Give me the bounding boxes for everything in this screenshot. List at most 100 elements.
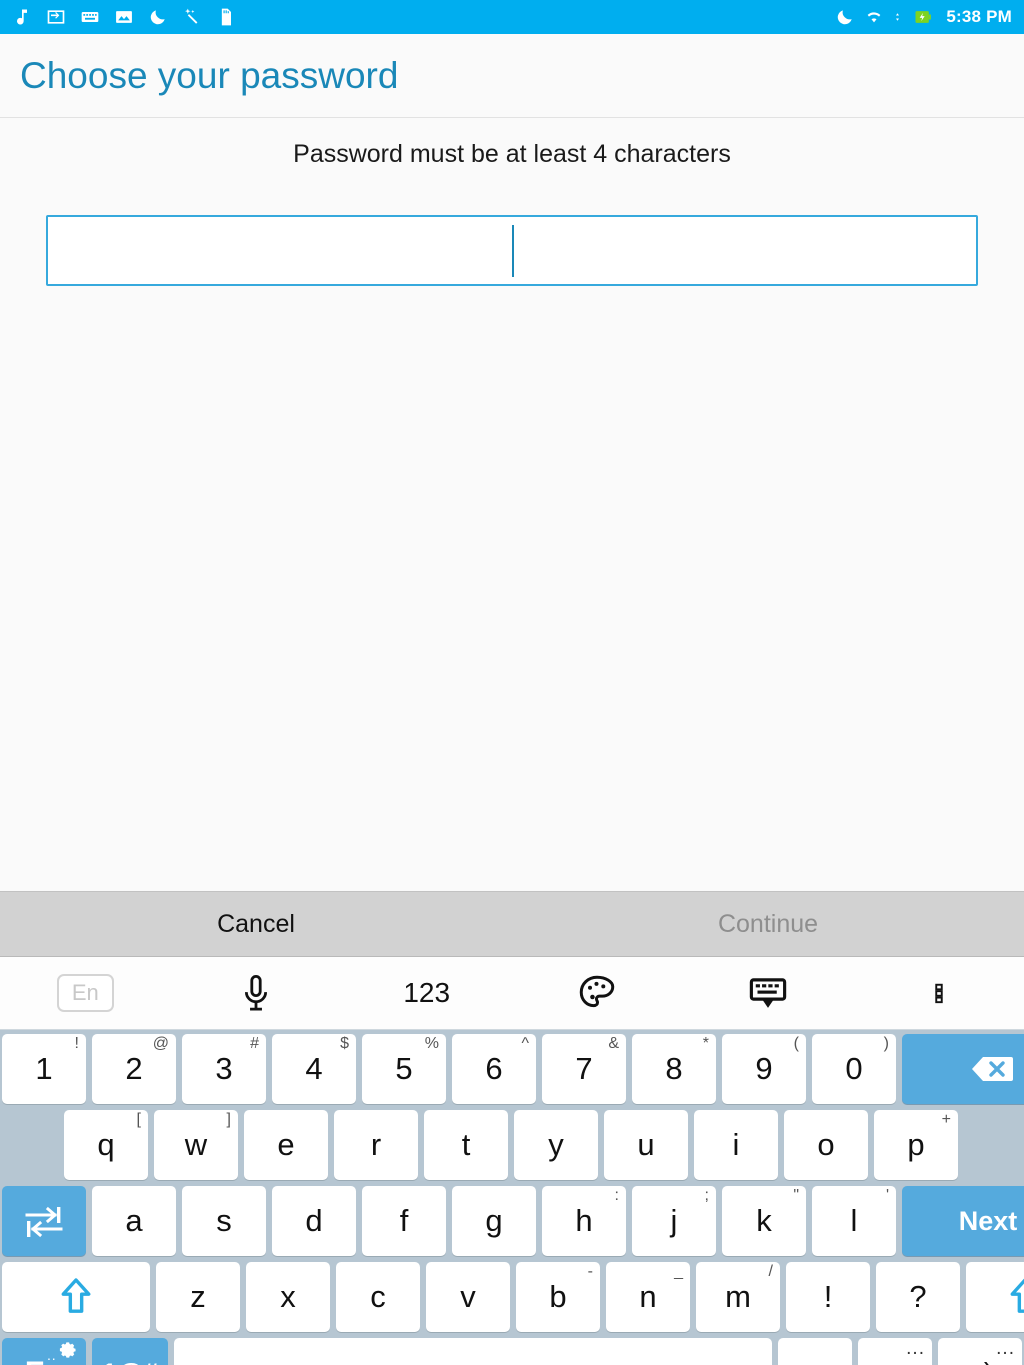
key-backspace[interactable] bbox=[902, 1034, 1024, 1104]
numbers-123-button[interactable]: 123 bbox=[341, 977, 512, 1009]
key-g[interactable]: g bbox=[452, 1186, 536, 1256]
key-u[interactable]: u bbox=[604, 1110, 688, 1180]
wifi-icon bbox=[868, 12, 881, 23]
key-sup: ( bbox=[793, 1035, 799, 1052]
numbers-123-label: 123 bbox=[403, 977, 451, 1008]
key-h[interactable]: :h bbox=[542, 1186, 626, 1256]
key-c[interactable]: c bbox=[336, 1262, 420, 1332]
microphone-button[interactable] bbox=[171, 972, 342, 1014]
screenshot-icon bbox=[47, 10, 65, 24]
microphone-icon bbox=[244, 974, 268, 1011]
key-sup: ] bbox=[226, 1111, 231, 1128]
key-o[interactable]: o bbox=[784, 1110, 868, 1180]
key-sup: * bbox=[702, 1035, 709, 1052]
key-label: b bbox=[549, 1279, 567, 1314]
key-emoji[interactable]: ...:-) bbox=[938, 1338, 1022, 1365]
shift-arrow-icon bbox=[1010, 1278, 1024, 1313]
key-label: x bbox=[280, 1279, 296, 1314]
shift-arrow-icon bbox=[61, 1278, 91, 1313]
key-label: w bbox=[184, 1127, 208, 1162]
keyboard-row-space: En ·· 1@# , .... ...:-) bbox=[0, 1338, 1024, 1365]
key-label: ! bbox=[823, 1279, 833, 1314]
key-l[interactable]: ' l bbox=[812, 1186, 896, 1256]
key-shift-right[interactable] bbox=[966, 1262, 1024, 1332]
key-z[interactable]: z bbox=[156, 1262, 240, 1332]
language-en-label: En bbox=[56, 974, 114, 1012]
keyboard-toolbar: En 123 bbox=[0, 957, 1024, 1030]
key-label: z bbox=[190, 1279, 206, 1314]
key-1[interactable]: ! 1 bbox=[2, 1034, 86, 1104]
key-label: f bbox=[399, 1203, 409, 1238]
key-2[interactable]: @2 bbox=[92, 1034, 176, 1104]
key-i[interactable]: i bbox=[694, 1110, 778, 1180]
key-question[interactable]: ? bbox=[876, 1262, 960, 1332]
key-s[interactable]: s bbox=[182, 1186, 266, 1256]
key-k[interactable]: " k bbox=[722, 1186, 806, 1256]
key-e[interactable]: e bbox=[244, 1110, 328, 1180]
key-0[interactable]: ) 0 bbox=[812, 1034, 896, 1104]
key-p[interactable]: + p bbox=[874, 1110, 958, 1180]
theme-palette-button[interactable] bbox=[512, 972, 683, 1014]
key-4[interactable]: $4 bbox=[272, 1034, 356, 1104]
key-exclamation[interactable]: ! bbox=[786, 1262, 870, 1332]
language-en-button[interactable]: En bbox=[0, 974, 171, 1012]
key-8[interactable]: * 8 bbox=[632, 1034, 716, 1104]
key-v[interactable]: v bbox=[426, 1262, 510, 1332]
key-symbols[interactable]: 1@# bbox=[92, 1338, 168, 1365]
cancel-button[interactable]: Cancel bbox=[0, 892, 512, 956]
key-label: , bbox=[811, 1355, 820, 1365]
key-j[interactable]: ; j bbox=[632, 1186, 716, 1256]
key-6[interactable]: ^ 6 bbox=[452, 1034, 536, 1104]
key-sup: @ bbox=[152, 1035, 169, 1052]
key-shift-left[interactable] bbox=[2, 1262, 150, 1332]
hide-keyboard-button[interactable] bbox=[683, 972, 854, 1014]
key-q[interactable]: [q bbox=[64, 1110, 148, 1180]
overflow-menu-icon bbox=[934, 983, 943, 1004]
key-d[interactable]: d bbox=[272, 1186, 356, 1256]
overflow-menu-button[interactable] bbox=[853, 972, 1024, 1014]
key-sup: ... bbox=[906, 1338, 925, 1359]
key-label: e bbox=[277, 1127, 295, 1162]
keyboard-key-rows: ! 1 @2 #3 $4 % 5 ^ 6 & 7 * 8 (9 ) 0 [q]… bbox=[0, 1030, 1024, 1365]
key-t[interactable]: t bbox=[424, 1110, 508, 1180]
key-label: l bbox=[850, 1203, 858, 1238]
key-space[interactable] bbox=[174, 1338, 772, 1365]
key-3[interactable]: #3 bbox=[182, 1034, 266, 1104]
key-sup: ' bbox=[885, 1187, 889, 1204]
gear-icon bbox=[59, 1342, 76, 1358]
key-tab[interactable] bbox=[2, 1186, 86, 1256]
key-f[interactable]: f bbox=[362, 1186, 446, 1256]
key-r[interactable]: r bbox=[334, 1110, 418, 1180]
continue-button[interactable]: Continue bbox=[512, 892, 1024, 956]
key-m[interactable]: / m bbox=[696, 1262, 780, 1332]
key-language-settings[interactable]: En ·· bbox=[2, 1338, 86, 1365]
music-note-icon bbox=[17, 9, 27, 25]
key-label: c bbox=[370, 1279, 386, 1314]
key-x[interactable]: x bbox=[246, 1262, 330, 1332]
key-label: 5 bbox=[395, 1051, 413, 1086]
key-label: 2 bbox=[125, 1051, 143, 1086]
battery-charging-icon bbox=[915, 11, 932, 23]
key-comma[interactable]: , bbox=[778, 1338, 852, 1365]
key-label: n bbox=[639, 1279, 657, 1314]
key-n[interactable]: _ n bbox=[606, 1262, 690, 1332]
tab-icon bbox=[25, 1206, 63, 1238]
key-sup: ! bbox=[74, 1035, 79, 1052]
key-y[interactable]: y bbox=[514, 1110, 598, 1180]
key-next[interactable]: Next bbox=[902, 1186, 1024, 1256]
keyboard-row-top: [q ] w e r t y u i o + p bbox=[0, 1110, 1024, 1186]
status-bar-left-icons bbox=[12, 7, 835, 27]
key-w[interactable]: ] w bbox=[154, 1110, 238, 1180]
key-period[interactable]: .... bbox=[858, 1338, 932, 1365]
key-9[interactable]: (9 bbox=[722, 1034, 806, 1104]
key-a[interactable]: a bbox=[92, 1186, 176, 1256]
key-7[interactable]: & 7 bbox=[542, 1034, 626, 1104]
key-sup: % bbox=[424, 1035, 439, 1052]
key-label: :-) bbox=[967, 1357, 993, 1365]
key-5[interactable]: % 5 bbox=[362, 1034, 446, 1104]
key-sup: ... bbox=[996, 1338, 1015, 1359]
key-sup: & bbox=[608, 1035, 619, 1052]
key-label: p bbox=[907, 1127, 925, 1162]
key-b[interactable]: -b bbox=[516, 1262, 600, 1332]
key-label: 3 bbox=[215, 1051, 233, 1086]
